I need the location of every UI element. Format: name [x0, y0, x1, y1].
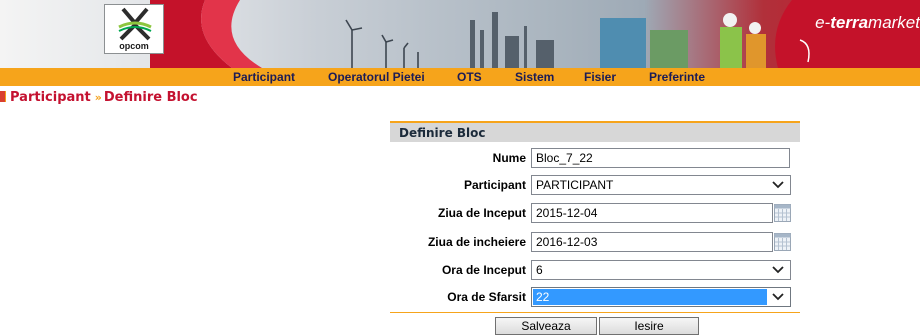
ziua-incheiere-label: Ziua de incheiere — [427, 235, 526, 249]
brand-suffix: market — [868, 13, 920, 32]
brand-bold: terra — [830, 13, 869, 32]
form-panel-header: Definire Bloc — [390, 121, 800, 142]
participant-value: PARTICIPANT — [536, 178, 614, 192]
logo-text: opcom — [119, 41, 149, 51]
chevron-down-icon — [772, 293, 784, 301]
ziua-incheiere-input[interactable]: 2016-12-03 — [531, 232, 773, 252]
brand-name: e-terramarket — [791, 10, 920, 36]
chevron-down-icon — [772, 181, 784, 189]
nav-item-fisier[interactable]: Fisier — [584, 68, 616, 86]
nav-item-sistem[interactable]: Sistem — [515, 68, 554, 86]
nav-item-preferinte[interactable]: Preferinte — [649, 68, 705, 86]
ora-sfarsit-label: Ora de Sfarsit — [447, 290, 526, 304]
ora-sfarsit-select[interactable]: 22 — [531, 287, 791, 307]
participant-select[interactable]: PARTICIPANT — [531, 175, 791, 195]
chevron-down-icon — [772, 266, 784, 274]
nav-item-operatorul-pietei[interactable]: Operatorul Pietei — [328, 68, 425, 86]
exit-button[interactable]: Iesire — [599, 317, 699, 335]
breadcrumb-current: Definire Bloc — [103, 90, 198, 105]
nav-item-ots[interactable]: OTS — [457, 68, 482, 86]
main-nav: Participant Operatorul Pietei OTS Sistem… — [0, 68, 920, 86]
ziua-inceput-value: 2015-12-04 — [536, 206, 598, 220]
nume-label: Nume — [492, 151, 526, 165]
nume-value: Bloc_7_22 — [536, 151, 593, 165]
participant-label: Participant — [463, 178, 526, 192]
opcom-logo-icon — [118, 7, 152, 41]
form-divider — [390, 312, 800, 313]
calendar-icon[interactable] — [774, 204, 791, 222]
brand-prefix: e- — [815, 13, 831, 32]
form-title: Definire Bloc — [399, 126, 486, 140]
ziua-inceput-input[interactable]: 2015-12-04 — [531, 203, 773, 223]
selection-highlight — [533, 289, 767, 305]
nume-input[interactable]: Bloc_7_22 — [531, 148, 790, 168]
breadcrumb: Participant» Definire Bloc — [0, 90, 198, 106]
ora-inceput-select[interactable]: 6 — [531, 260, 791, 280]
breadcrumb-separator: » — [94, 91, 102, 104]
ora-sfarsit-value: 22 — [536, 290, 550, 304]
save-button[interactable]: Salveaza — [495, 317, 597, 335]
ora-inceput-label: Ora de Inceput — [441, 263, 526, 277]
header-banner: opcom e-terramarket — [0, 0, 920, 68]
calendar-icon[interactable] — [774, 233, 791, 251]
ora-inceput-value: 6 — [536, 263, 543, 277]
ziua-inceput-label: Ziua de Inceput — [437, 206, 526, 220]
breadcrumb-parent[interactable]: Participant — [10, 90, 91, 105]
opcom-logo[interactable]: opcom — [104, 4, 164, 54]
ziua-incheiere-value: 2016-12-03 — [536, 235, 598, 249]
breadcrumb-marker-icon — [0, 91, 6, 102]
page: opcom e-terramarket Participant Operator… — [0, 0, 920, 335]
nav-item-participant[interactable]: Participant — [233, 68, 295, 86]
